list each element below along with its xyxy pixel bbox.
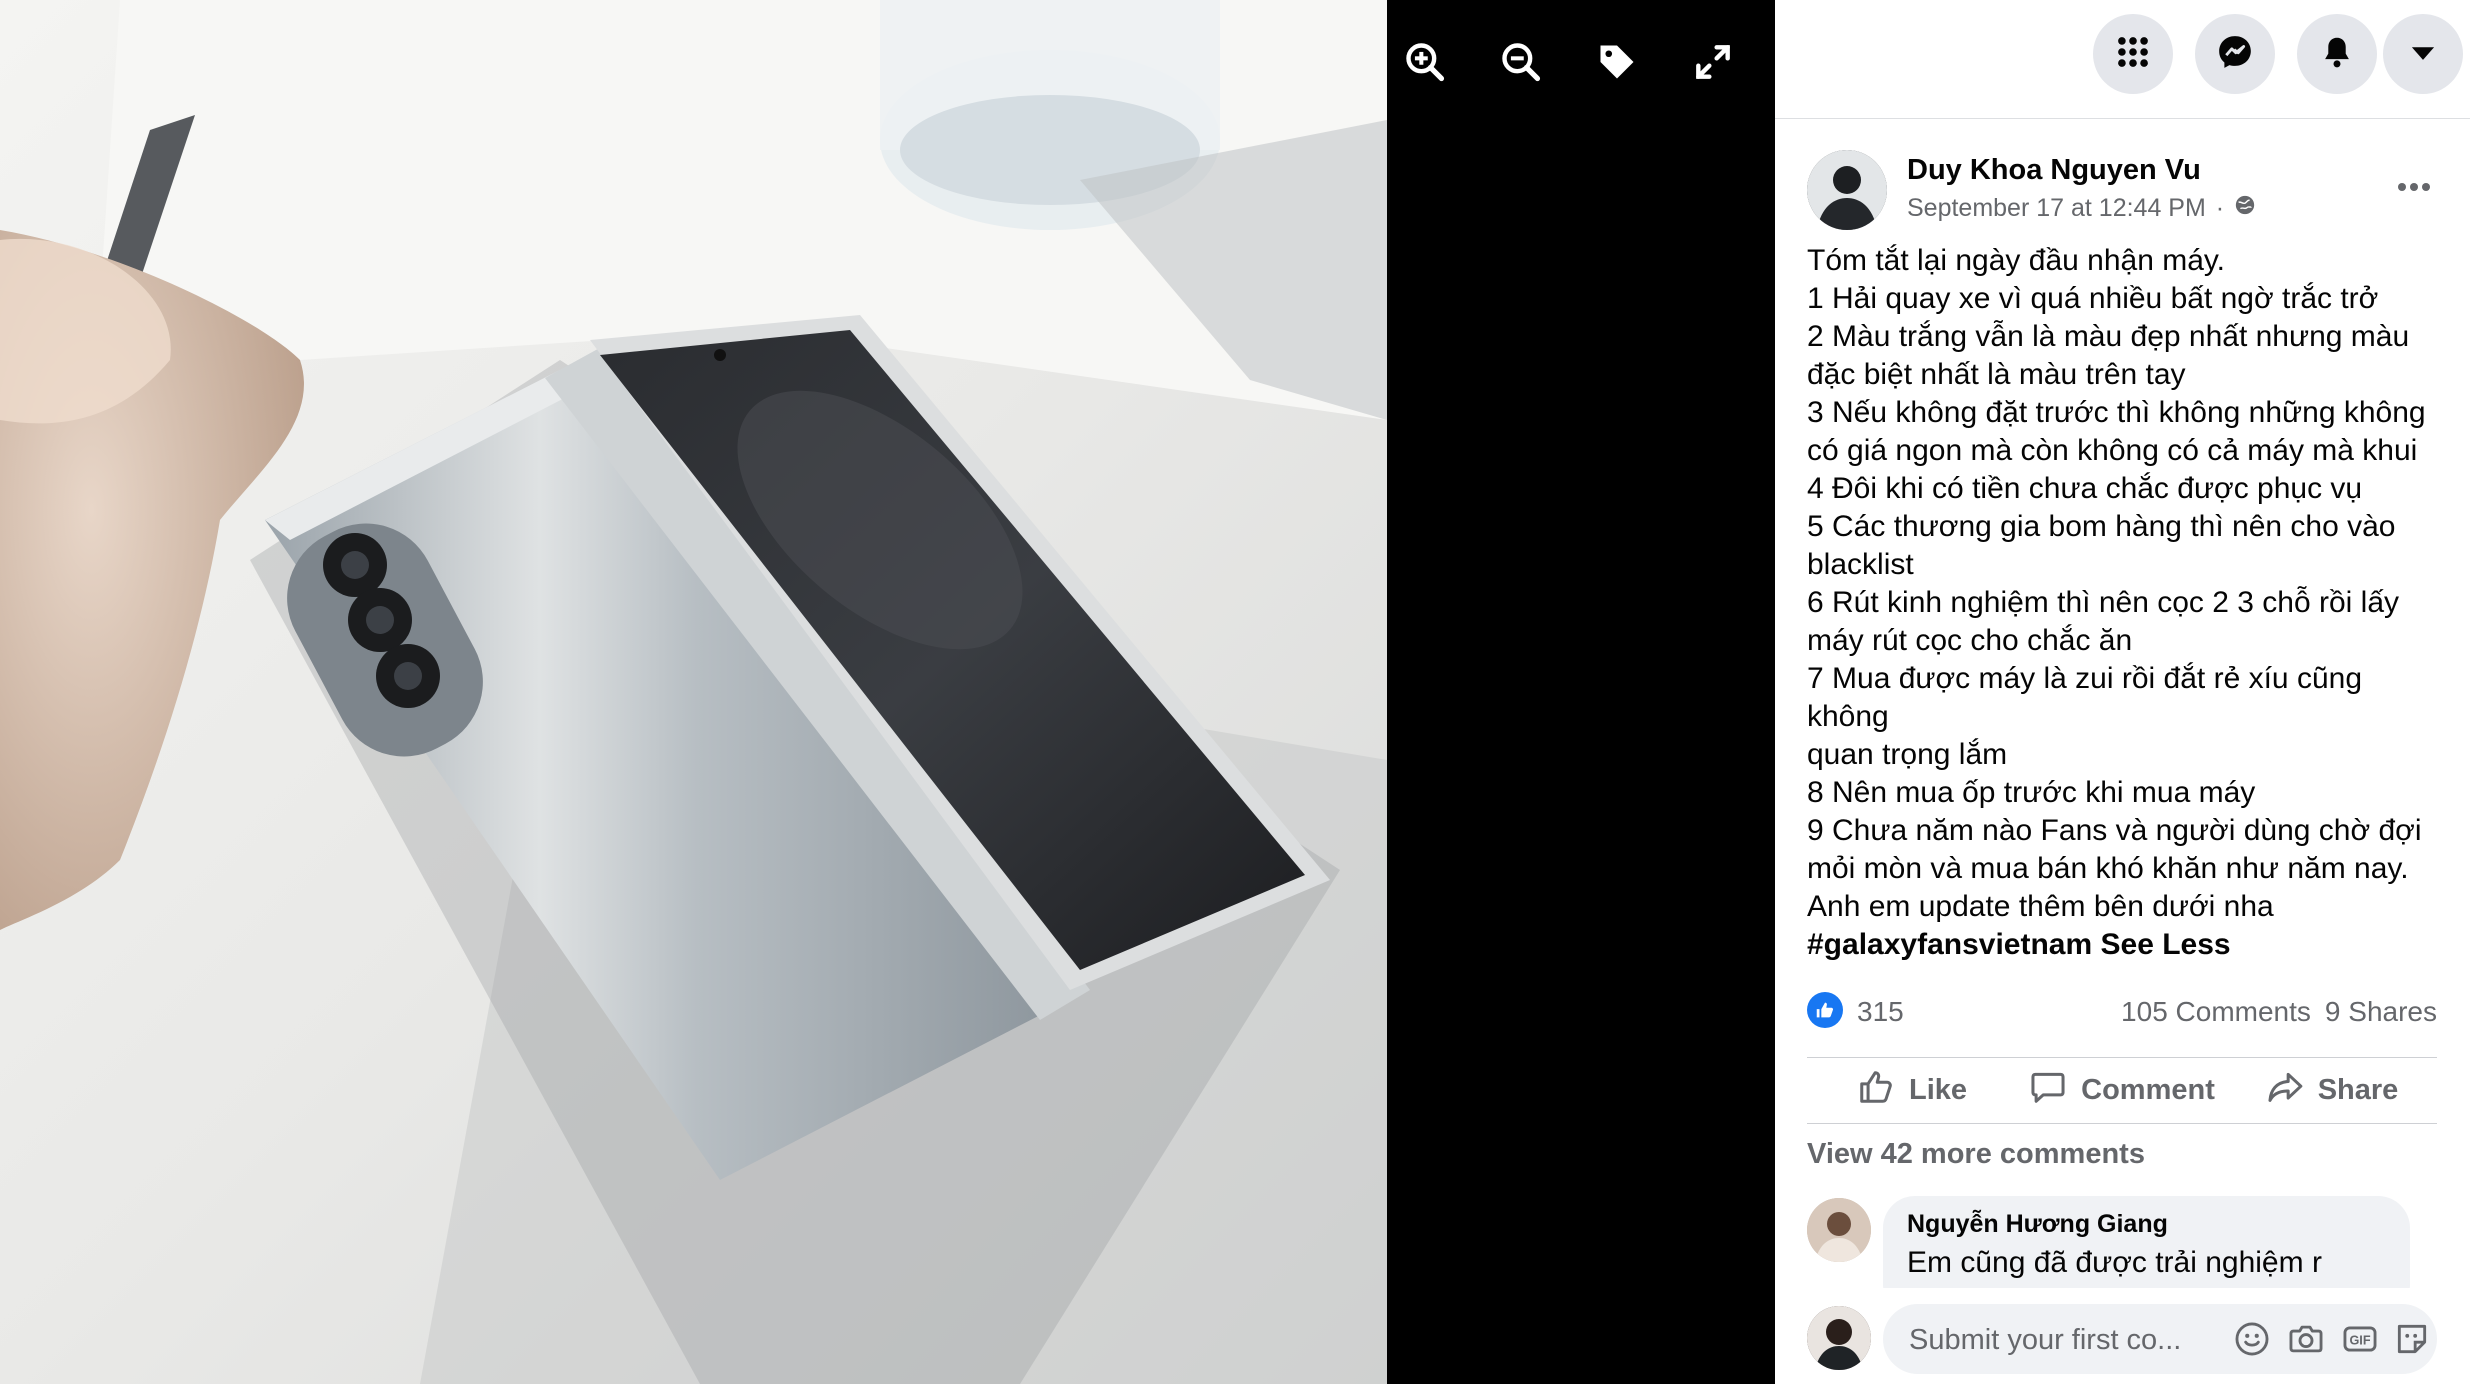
post-text-line: Tóm tắt lại ngày đầu nhận máy. xyxy=(1807,244,2226,277)
menu-button[interactable] xyxy=(2093,14,2173,94)
post-side-panel: Duy Khoa Nguyen Vu September 17 at 12:44… xyxy=(1775,0,2470,1384)
post-text-line: 8 Nên mua ốp trước khi mua máy xyxy=(1807,776,2256,809)
post-text: Tóm tắt lại ngày đầu nhận máy. 1 Hải quay… xyxy=(1807,242,2437,964)
top-navigation xyxy=(1775,0,2470,119)
author-avatar[interactable] xyxy=(1807,150,1887,230)
share-label: Share xyxy=(2317,1074,2399,1106)
comment-input[interactable] xyxy=(1907,1304,2211,1376)
gif-icon[interactable]: GIF xyxy=(2341,1320,2379,1358)
zoom-out-icon xyxy=(1499,40,1543,89)
globe-icon[interactable] xyxy=(2234,194,2256,223)
post-meta: September 17 at 12:44 PM · xyxy=(1907,194,2256,223)
zoom-in-button[interactable] xyxy=(1397,36,1453,92)
see-less-link[interactable]: See Less xyxy=(2101,928,2231,961)
like-label: Like xyxy=(1908,1074,1968,1106)
post-text-line: đặc biệt nhất là màu trên tay xyxy=(1807,358,2186,391)
post-text-line: 4 Đôi khi có tiền chưa chắc được phục vụ xyxy=(1807,472,2363,505)
post-actions: Like Comment Share xyxy=(1807,1057,2437,1124)
comment: Nguyễn Hương Giang Em cũng đã được trải … xyxy=(1807,1196,2437,1288)
post-hashtag-line: #galaxyfansvietnam See Less xyxy=(1807,926,2437,964)
share-icon xyxy=(2266,1068,2304,1114)
post-text-line: 3 Nếu không đặt trước thì không những kh… xyxy=(1807,396,2426,429)
post-text-line: máy rút cọc cho chắc ăn xyxy=(1807,624,2133,657)
share-button[interactable]: Share xyxy=(2227,1068,2437,1114)
notifications-button[interactable] xyxy=(2297,14,2377,94)
post-options-button[interactable] xyxy=(2391,172,2437,202)
camera-icon[interactable] xyxy=(2287,1320,2325,1358)
comment-text: Em cũng đã được trải nghiệm r xyxy=(1907,1246,2322,1279)
sticker-icon[interactable] xyxy=(2393,1320,2431,1358)
post-text-line: blacklist xyxy=(1807,548,1914,581)
tag-photo-button[interactable] xyxy=(1589,36,1645,92)
comment-composer: GIF xyxy=(1807,1304,2437,1376)
thumbs-up-icon xyxy=(1857,1068,1895,1114)
post-text-line: quan trọng lắm xyxy=(1807,738,2008,771)
post-text-line: mỏi mòn và mua bán khó khăn như năm nay. xyxy=(1807,852,2409,885)
post-text-line: 7 Mua được máy là zui rồi đắt rẻ xíu cũn… xyxy=(1807,662,2371,733)
shares-count[interactable]: 9 Shares xyxy=(2325,996,2437,1028)
emoji-icon[interactable] xyxy=(2233,1320,2271,1358)
photo-viewer xyxy=(0,0,1775,1384)
post-text-line: 1 Hải quay xe vì quá nhiều bất ngờ trắc … xyxy=(1807,282,2379,315)
more-options-icon xyxy=(2391,183,2437,206)
zoom-in-icon xyxy=(1403,40,1447,89)
svg-text:GIF: GIF xyxy=(2349,1334,2370,1348)
messenger-button[interactable] xyxy=(2195,14,2275,94)
post-text-line: 5 Các thương gia bom hàng thì nên cho và… xyxy=(1807,510,2396,543)
account-dropdown-icon xyxy=(2404,33,2442,76)
notifications-icon xyxy=(2318,33,2356,76)
comment-bubble: Nguyễn Hương Giang Em cũng đã được trải … xyxy=(1883,1196,2410,1288)
commenter-avatar[interactable] xyxy=(1807,1198,1871,1262)
account-dropdown-button[interactable] xyxy=(2383,14,2463,94)
view-more-comments-link[interactable]: View 42 more comments xyxy=(1807,1138,2145,1171)
post-text-line: 2 Màu trắng vẫn là màu đẹp nhất nhưng mà… xyxy=(1807,320,2410,353)
comments-count[interactable]: 105 Comments xyxy=(2121,996,2311,1028)
post-timestamp[interactable]: September 17 at 12:44 PM xyxy=(1907,194,2206,223)
tag-icon xyxy=(1595,40,1639,89)
post-stats: 315 105 Comments 9 Shares xyxy=(1807,986,2437,1034)
current-user-avatar[interactable] xyxy=(1807,1306,1871,1370)
fullscreen-icon xyxy=(1691,40,1735,89)
menu-grid-icon xyxy=(2114,33,2152,76)
post-text-line: 6 Rút kinh nghiệm thì nên cọc 2 3 chỗ rồ… xyxy=(1807,586,2400,619)
meta-separator: · xyxy=(2215,194,2225,222)
messenger-icon xyxy=(2216,33,2254,76)
commenter-name[interactable]: Nguyễn Hương Giang xyxy=(1907,1210,2168,1239)
fullscreen-button[interactable] xyxy=(1685,36,1741,92)
like-reaction-icon[interactable] xyxy=(1807,992,1843,1028)
post-text-line: 9 Chưa năm nào Fans và người dùng chờ đợ… xyxy=(1807,814,2422,847)
post-text-line: Anh em update thêm bên dưới nha xyxy=(1807,890,2274,923)
comment-input-box: GIF xyxy=(1883,1304,2437,1376)
author-name[interactable]: Duy Khoa Nguyen Vu xyxy=(1907,154,2201,187)
comment-icon xyxy=(2029,1068,2067,1114)
like-button[interactable]: Like xyxy=(1807,1068,2017,1114)
phone-photo-image xyxy=(0,0,1387,1384)
engagement-counts: 105 Comments 9 Shares xyxy=(2121,996,2437,1028)
like-count[interactable]: 315 xyxy=(1857,996,1904,1028)
post-text-line: có giá ngon mà còn không có cả máy mà kh… xyxy=(1807,434,2418,467)
post-photo[interactable] xyxy=(0,0,1387,1384)
comment-label: Comment xyxy=(2081,1074,2215,1106)
comment-button[interactable]: Comment xyxy=(2017,1068,2227,1114)
hashtag-link[interactable]: #galaxyfansvietnam xyxy=(1807,928,2092,961)
zoom-out-button[interactable] xyxy=(1493,36,1549,92)
